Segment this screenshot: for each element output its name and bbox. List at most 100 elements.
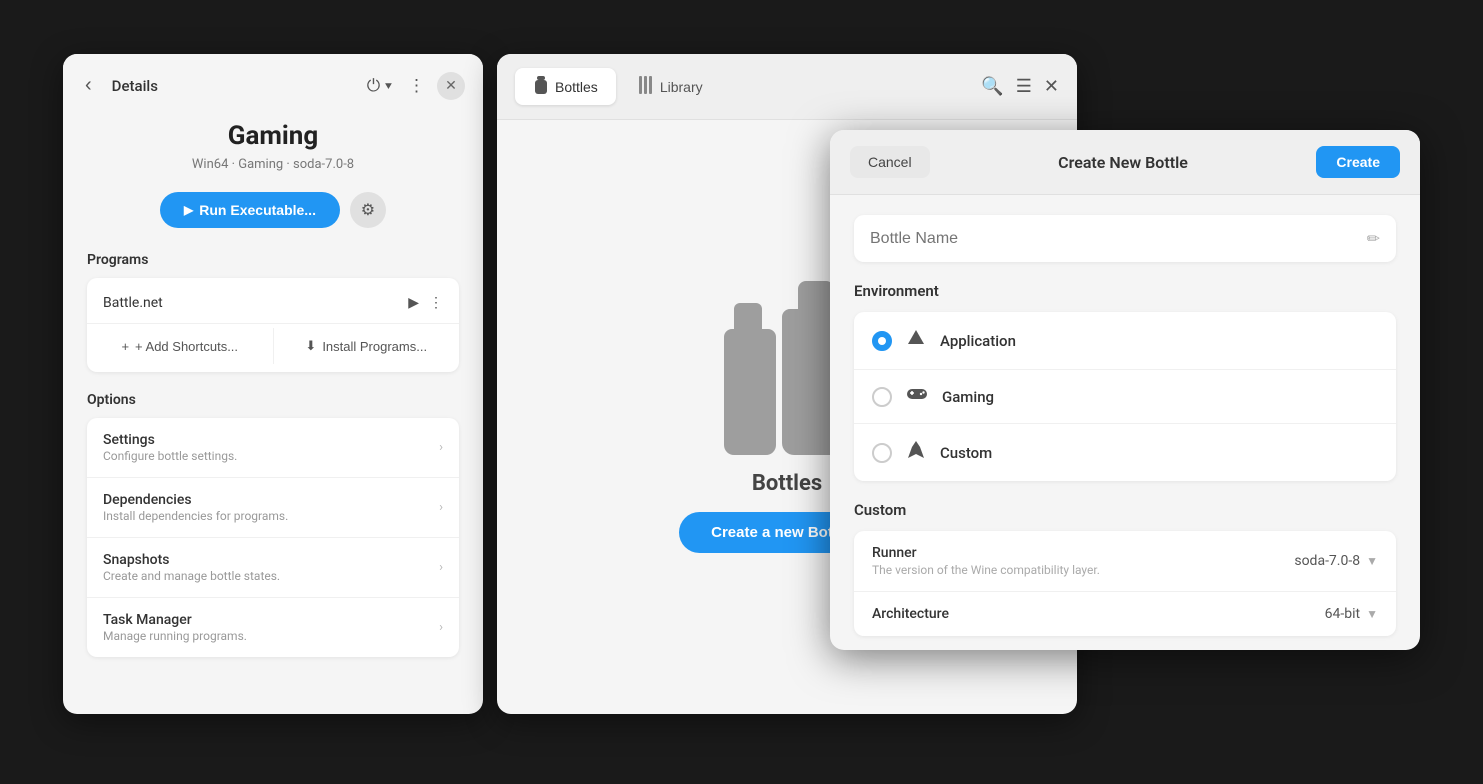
- snapshots-title: Snapshots: [103, 552, 280, 568]
- dependencies-chevron-icon: ›: [439, 500, 443, 515]
- radio-custom[interactable]: [872, 443, 892, 463]
- arch-row-left: Architecture: [872, 606, 949, 622]
- dependencies-title: Dependencies: [103, 492, 288, 508]
- runner-row: Runner The version of the Wine compatibi…: [854, 531, 1396, 592]
- bottle-meta: Win64 · Gaming · soda-7.0-8: [87, 157, 459, 172]
- install-programs-label: Install Programs...: [322, 339, 427, 354]
- architecture-title: Architecture: [872, 606, 949, 622]
- bottles-tabs: Bottles Library: [515, 68, 721, 105]
- settings-chevron-icon: ›: [439, 440, 443, 455]
- gear-settings-button[interactable]: ⚙: [350, 192, 386, 228]
- create-titlebar: Cancel Create New Bottle Create: [830, 130, 1420, 195]
- add-shortcuts-button[interactable]: + + Add Shortcuts...: [87, 328, 274, 364]
- architecture-row: Architecture 64-bit ▼: [854, 592, 1396, 636]
- back-button[interactable]: ‹: [81, 70, 96, 101]
- close-bottles-button[interactable]: ✕: [1044, 76, 1059, 97]
- run-bar: ▶ Run Executable... ⚙: [87, 192, 459, 228]
- env-custom-label: Custom: [940, 444, 992, 462]
- env-option-gaming[interactable]: Gaming: [854, 370, 1396, 424]
- install-programs-button[interactable]: ⬇ Install Programs...: [274, 328, 460, 364]
- programs-section-title: Programs: [87, 252, 459, 268]
- settings-desc: Configure bottle settings.: [103, 449, 237, 463]
- settings-option-text: Settings Configure bottle settings.: [103, 432, 237, 463]
- radio-application[interactable]: [872, 331, 892, 351]
- taskmanager-title: Task Manager: [103, 612, 247, 628]
- snapshots-option-text: Snapshots Create and manage bottle state…: [103, 552, 280, 583]
- tab-library[interactable]: Library: [620, 68, 721, 105]
- tab-bottles[interactable]: Bottles: [515, 68, 616, 105]
- settings-option-row[interactable]: Settings Configure bottle settings. ›: [87, 418, 459, 478]
- program-row: Battle.net ▶ ⋮: [87, 282, 459, 323]
- runner-desc: The version of the Wine compatibility la…: [872, 563, 1100, 577]
- bottle-name-heading: Gaming: [87, 121, 459, 151]
- program-menu-button[interactable]: ⋮: [429, 294, 443, 311]
- runner-title: Runner: [872, 545, 1100, 561]
- options-section: Options Settings Configure bottle settin…: [87, 392, 459, 657]
- titlebar-right: ⏻ ▾ ⋮ ✕: [363, 72, 465, 100]
- details-body: Gaming Win64 · Gaming · soda-7.0-8 ▶ Run…: [63, 113, 483, 714]
- play-icon: ▶: [184, 203, 193, 217]
- search-button[interactable]: 🔍: [981, 76, 1003, 97]
- details-panel-title: Details: [112, 77, 158, 95]
- program-actions: ▶ ⋮: [408, 294, 443, 311]
- bottles-empty-label: Bottles: [752, 471, 822, 496]
- run-button-label: Run Executable...: [199, 202, 316, 218]
- cancel-button[interactable]: Cancel: [850, 146, 930, 178]
- runner-dropdown-icon[interactable]: ▼: [1366, 554, 1378, 568]
- create-button[interactable]: Create: [1316, 146, 1400, 178]
- add-shortcuts-label: + Add Shortcuts...: [135, 339, 238, 354]
- create-dialog-title: Create New Bottle: [1058, 153, 1188, 172]
- bottles-tab-icon: [533, 76, 549, 97]
- taskmanager-desc: Manage running programs.: [103, 629, 247, 643]
- runner-value: soda-7.0-8: [1294, 553, 1360, 569]
- env-gaming-label: Gaming: [942, 388, 994, 406]
- settings-title: Settings: [103, 432, 237, 448]
- architecture-value: 64-bit: [1325, 606, 1360, 622]
- bottles-titlebar-right: 🔍 ☰ ✕: [981, 76, 1059, 97]
- programs-card-footer: + + Add Shortcuts... ⬇ Install Programs.…: [87, 323, 459, 368]
- hamburger-menu-button[interactable]: ☰: [1016, 76, 1032, 97]
- environment-options-card: Application Gaming: [854, 312, 1396, 481]
- details-titlebar: ‹ Details ⏻ ▾ ⋮ ✕: [63, 54, 483, 113]
- application-icon: [906, 328, 926, 353]
- dependencies-option-text: Dependencies Install dependencies for pr…: [103, 492, 288, 523]
- taskmanager-option-row[interactable]: Task Manager Manage running programs. ›: [87, 598, 459, 657]
- environment-section-title: Environment: [854, 282, 1396, 300]
- architecture-dropdown-icon[interactable]: ▼: [1366, 607, 1378, 621]
- snapshots-desc: Create and manage bottle states.: [103, 569, 280, 583]
- env-option-custom[interactable]: Custom: [854, 424, 1396, 481]
- create-body: ✏ Environment Application: [830, 195, 1420, 650]
- runner-row-right: soda-7.0-8 ▼: [1294, 553, 1378, 569]
- options-section-title: Options: [87, 392, 459, 408]
- dependencies-option-row[interactable]: Dependencies Install dependencies for pr…: [87, 478, 459, 538]
- bottles-titlebar: Bottles Library 🔍 ☰ ✕: [497, 54, 1077, 120]
- bottles-tab-label: Bottles: [555, 79, 598, 95]
- pencil-icon: ✏: [1367, 229, 1380, 248]
- taskmanager-option-text: Task Manager Manage running programs.: [103, 612, 247, 643]
- programs-card: Battle.net ▶ ⋮ + + Add Shortcuts... ⬇ In…: [87, 278, 459, 372]
- snapshots-chevron-icon: ›: [439, 560, 443, 575]
- arch-row-right: 64-bit ▼: [1325, 606, 1378, 622]
- library-tab-label: Library: [660, 79, 703, 95]
- bottle-name-input[interactable]: [870, 230, 1367, 248]
- env-option-application[interactable]: Application: [854, 312, 1396, 370]
- radio-gaming[interactable]: [872, 387, 892, 407]
- bottle-name-input-wrap: ✏: [854, 215, 1396, 262]
- run-executable-button[interactable]: ▶ Run Executable...: [160, 192, 340, 228]
- gaming-icon: [906, 386, 928, 407]
- more-menu-button[interactable]: ⋮: [404, 72, 429, 100]
- plus-icon: +: [121, 339, 129, 354]
- library-tab-icon: [638, 76, 654, 97]
- dependencies-desc: Install dependencies for programs.: [103, 509, 288, 523]
- bottle-header: Gaming Win64 · Gaming · soda-7.0-8: [87, 113, 459, 192]
- power-button[interactable]: ⏻ ▾: [363, 72, 396, 100]
- close-details-button[interactable]: ✕: [437, 72, 465, 100]
- custom-section-title: Custom: [854, 501, 1396, 519]
- download-icon: ⬇: [305, 338, 316, 354]
- program-play-button[interactable]: ▶: [408, 294, 419, 311]
- create-new-bottle-panel: Cancel Create New Bottle Create ✏ Enviro…: [830, 130, 1420, 650]
- snapshots-option-row[interactable]: Snapshots Create and manage bottle state…: [87, 538, 459, 598]
- taskmanager-chevron-icon: ›: [439, 620, 443, 635]
- details-panel: ‹ Details ⏻ ▾ ⋮ ✕ Gaming Win64 · Gaming …: [63, 54, 483, 714]
- custom-icon: [906, 440, 926, 465]
